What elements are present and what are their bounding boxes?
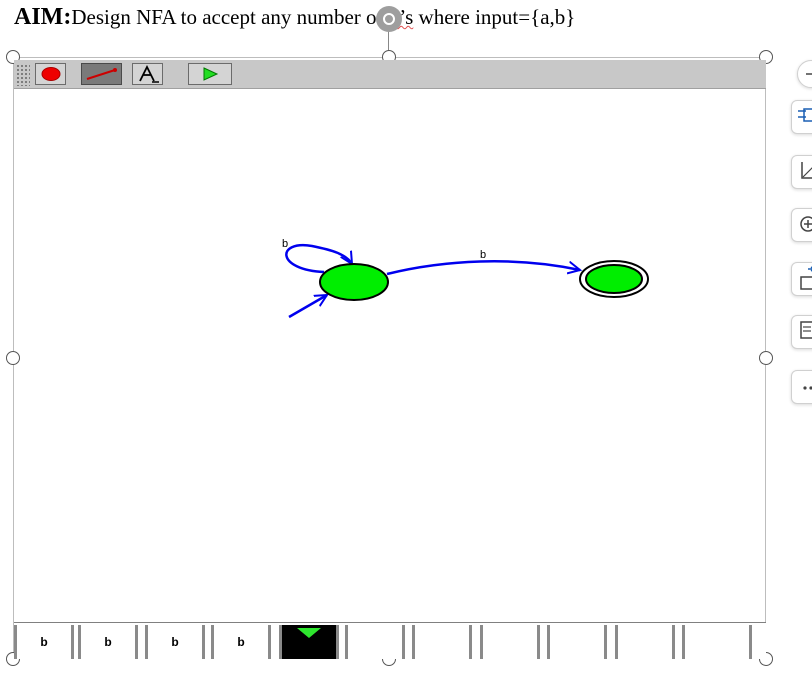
play-icon <box>203 67 219 81</box>
editor-toolbar <box>14 60 766 89</box>
tape-cell[interactable] <box>345 625 405 659</box>
layout-icon <box>798 108 812 122</box>
crop-icon <box>801 162 812 179</box>
alt-text-button[interactable] <box>791 262 812 296</box>
tape-cell[interactable] <box>615 625 675 659</box>
initial-state[interactable] <box>319 263 389 301</box>
transition-edge[interactable] <box>386 260 580 276</box>
aim-text-before: Design NFA to accept any number of <box>71 5 389 29</box>
transition-tool-button[interactable] <box>81 63 122 85</box>
state-tool-button[interactable] <box>35 63 66 85</box>
arrow-line-icon <box>86 68 117 80</box>
self-loop-label: b <box>282 238 288 250</box>
tape-cell[interactable]: b <box>78 625 138 659</box>
red-circle-icon <box>41 67 60 81</box>
tape-cell[interactable] <box>480 625 540 659</box>
zoom-in-icon <box>800 216 812 232</box>
more-options-button[interactable] <box>791 370 812 404</box>
automaton-diagram: b b <box>282 238 649 319</box>
layout-options-button[interactable] <box>791 100 812 134</box>
tape-cell[interactable]: b <box>14 625 74 659</box>
crop-button[interactable] <box>791 155 812 189</box>
more-icon <box>803 386 812 390</box>
tape-head-cell[interactable] <box>279 625 339 659</box>
final-state[interactable] <box>585 264 643 294</box>
wrap-text-icon <box>800 321 812 339</box>
label-tool-button[interactable] <box>132 63 163 85</box>
alt-text-icon <box>800 266 812 290</box>
tape-head-pointer-icon <box>297 628 321 638</box>
aim-text-after: where input={a,b} <box>413 5 576 29</box>
input-tape: b b b b <box>14 622 766 659</box>
tape-cell[interactable] <box>547 625 607 659</box>
tape-cell[interactable]: b <box>145 625 205 659</box>
tape-cell[interactable]: b <box>211 625 271 659</box>
tape-cell[interactable] <box>682 625 752 659</box>
aim-heading: AIM:Design NFA to accept any number of b… <box>14 4 575 34</box>
collapse-button[interactable] <box>797 60 812 88</box>
collapse-icon <box>806 73 812 75</box>
zoom-button[interactable] <box>791 208 812 242</box>
wrap-text-button[interactable] <box>791 315 812 349</box>
automaton-canvas[interactable]: b b <box>14 90 766 620</box>
start-arrow <box>288 295 327 319</box>
toolbar-grip-icon[interactable] <box>16 64 30 86</box>
text-A-icon <box>138 65 159 83</box>
tape-cell[interactable] <box>412 625 472 659</box>
run-tool-button[interactable] <box>188 63 232 85</box>
aim-label: AIM: <box>14 4 72 30</box>
rotate-icon[interactable] <box>376 6 402 32</box>
transition-label: b <box>480 249 486 261</box>
